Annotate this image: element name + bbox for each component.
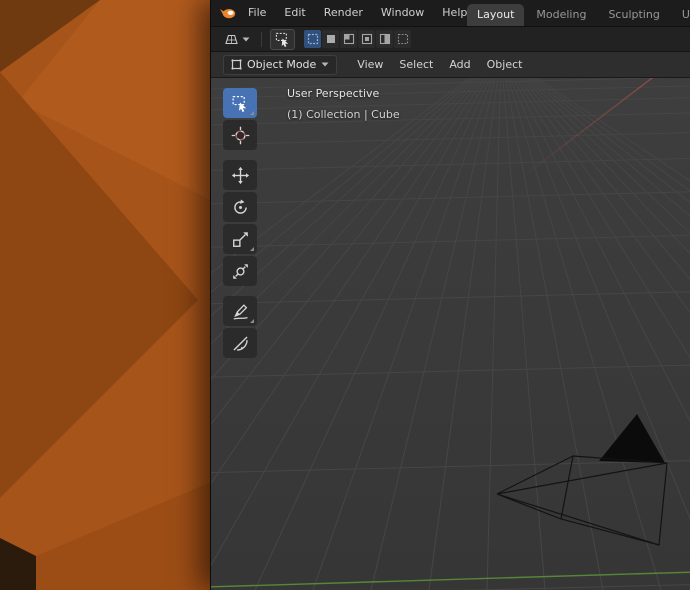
menu-object[interactable]: Object [479,52,531,77]
select-box-icon [275,32,288,47]
viewport-canvas[interactable]: User Perspective (1) Collection | Cube [211,78,690,590]
tool-scale[interactable] [223,224,257,254]
mode-dropdown[interactable]: Object Mode [223,54,338,75]
menu-edit[interactable]: Edit [275,0,314,26]
cursor-3d-icon [231,126,249,144]
view-perspective-label: User Perspective [287,87,380,100]
menu-add[interactable]: Add [441,52,478,77]
blender-window: File Edit Render Window Help Layout Mode… [210,0,690,590]
blender-logo-icon[interactable] [217,5,239,21]
tool-group-gap [223,152,257,158]
tool-cursor[interactable] [223,120,257,150]
rotate-icon [233,198,247,214]
annotate-pen-icon [233,303,248,320]
workspace-tabs: Layout Modeling Sculpting UV Ed [467,4,690,26]
viewport-header: Object Mode View Select Add Object [211,52,690,78]
tool-move[interactable] [223,160,257,190]
editor-type-button[interactable] [221,30,253,48]
move-icon [231,166,249,184]
menu-render[interactable]: Render [315,0,372,26]
chevron-down-icon [321,62,329,67]
toggle-select-subtract[interactable] [358,30,375,48]
tool-rotate[interactable] [223,192,257,222]
chevron-down-icon [242,37,250,41]
tab-layout[interactable]: Layout [467,4,525,26]
toggle-select-box[interactable] [322,30,339,48]
select-mode-toggles [304,30,411,48]
camera-up-triangle [599,414,665,463]
scale-icon [232,231,248,247]
separator [261,31,262,47]
toggle-select-tweak[interactable] [304,30,321,48]
tool-settings-bar [211,27,690,52]
menu-select[interactable]: Select [391,52,441,77]
axis-y-line [211,571,690,588]
tab-modeling[interactable]: Modeling [526,4,596,26]
toggle-select-lasso[interactable] [394,30,411,48]
tool-measure[interactable] [223,328,257,358]
object-mode-icon [231,59,242,70]
tool-transform[interactable] [223,256,257,286]
tool-annotate[interactable] [223,296,257,326]
transform-icon [232,263,248,279]
menu-window[interactable]: Window [372,0,433,26]
toggle-select-add[interactable] [340,30,357,48]
menu-view[interactable]: View [349,52,391,77]
toggle-select-intersect[interactable] [376,30,393,48]
mode-dropdown-label: Object Mode [247,58,317,71]
topbar: File Edit Render Window Help Layout Mode… [211,0,690,27]
menu-file[interactable]: File [239,0,275,26]
tab-sculpting[interactable]: Sculpting [598,4,669,26]
active-tool-indicator[interactable] [270,28,295,50]
grid-lines [211,78,690,590]
viewport-toolbar [223,88,257,358]
tab-uv-editing[interactable]: UV Ed [672,4,690,26]
measure-icon [232,335,248,351]
active-collection-label: (1) Collection | Cube [287,108,400,121]
viewport-overlay-text: User Perspective (1) Collection | Cube [287,87,400,121]
select-box-icon [232,95,246,112]
tool-select-box[interactable] [223,88,257,118]
editor-type-3d-viewport-icon [225,34,238,45]
tool-group-gap [223,288,257,294]
